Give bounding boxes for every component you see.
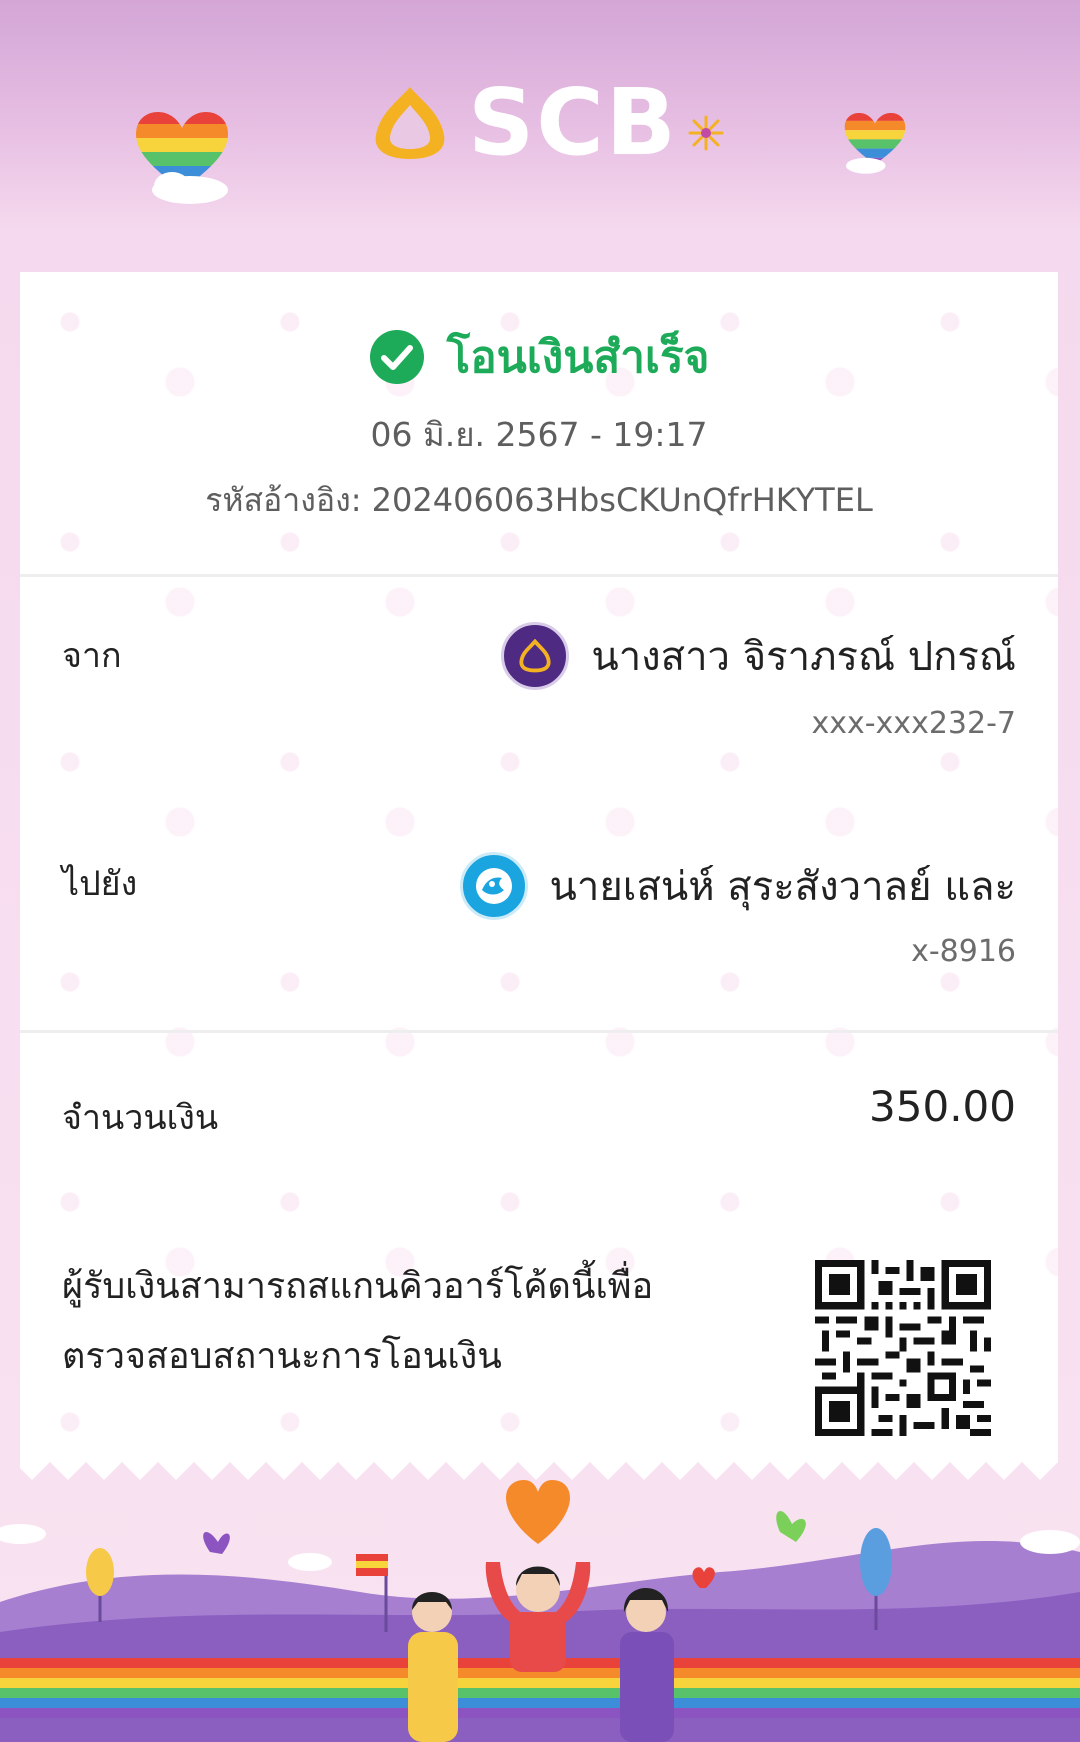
amount-label: จำนวนเงิน [62,1098,219,1138]
qr-note-line-1: ผู้รับเงินสามารถสแกนคิวอาร์โค้ดนี้เพื่อ [62,1266,654,1307]
ktb-bank-icon [459,852,528,920]
divider [20,574,1058,577]
scb-lotus-icon [375,87,445,159]
qr-note: ผู้รับเงินสามารถสแกนคิวอาร์โค้ดนี้เพื่อ … [62,1252,702,1392]
receipt-card: โอนเงินสำเร็จ 06 มิ.ย. 2567 - 19:17 รหัส… [20,272,1058,1462]
recipient: นายเสน่ห์ สุระสังวาลย์ และ [459,852,1016,920]
pride-illustration [0,1480,1080,1742]
scb-bank-icon [501,622,570,690]
butterfly-icon [776,1510,806,1542]
scb-logo: SCB [370,69,726,176]
recipient-account: x-8916 [911,934,1016,969]
reference-number: รหัสอ้างอิง: 202406063HbsCKUnQfrHKYTEL [205,481,873,519]
receipt-header: SCB [0,0,1080,272]
sender-name: นางสาว จิราภรณ์ ปกรณ์ [591,634,1016,680]
scb-logo-text: SCB [468,69,678,176]
divider [20,1030,1058,1033]
status-section: โอนเงินสำเร็จ [20,322,1058,392]
rainbow-heart-icon [132,108,232,208]
rainbow-heart-small-icon [842,110,908,178]
to-label: ไปยัง [62,864,138,904]
recipient-name: นายเสน่ห์ สุระสังวาลย์ และ [549,864,1016,910]
check-circle-icon [369,330,424,384]
butterfly-icon [203,1531,230,1554]
qr-note-line-2: ตรวจสอบสถานะการโอนเงิน [62,1336,502,1377]
sender-account: xxx-xxx232-7 [811,706,1016,741]
status-title: โอนเงินสำเร็จ [446,332,710,383]
amount-value: 350.00 [869,1082,1016,1131]
transaction-datetime: 06 มิ.ย. 2567 - 19:17 [370,415,708,454]
sender: นางสาว จิราภรณ์ ปกรณ์ [501,622,1016,690]
from-label: จาก [62,636,122,676]
sparkle-icon [688,115,724,151]
qr-code [815,1260,991,1436]
